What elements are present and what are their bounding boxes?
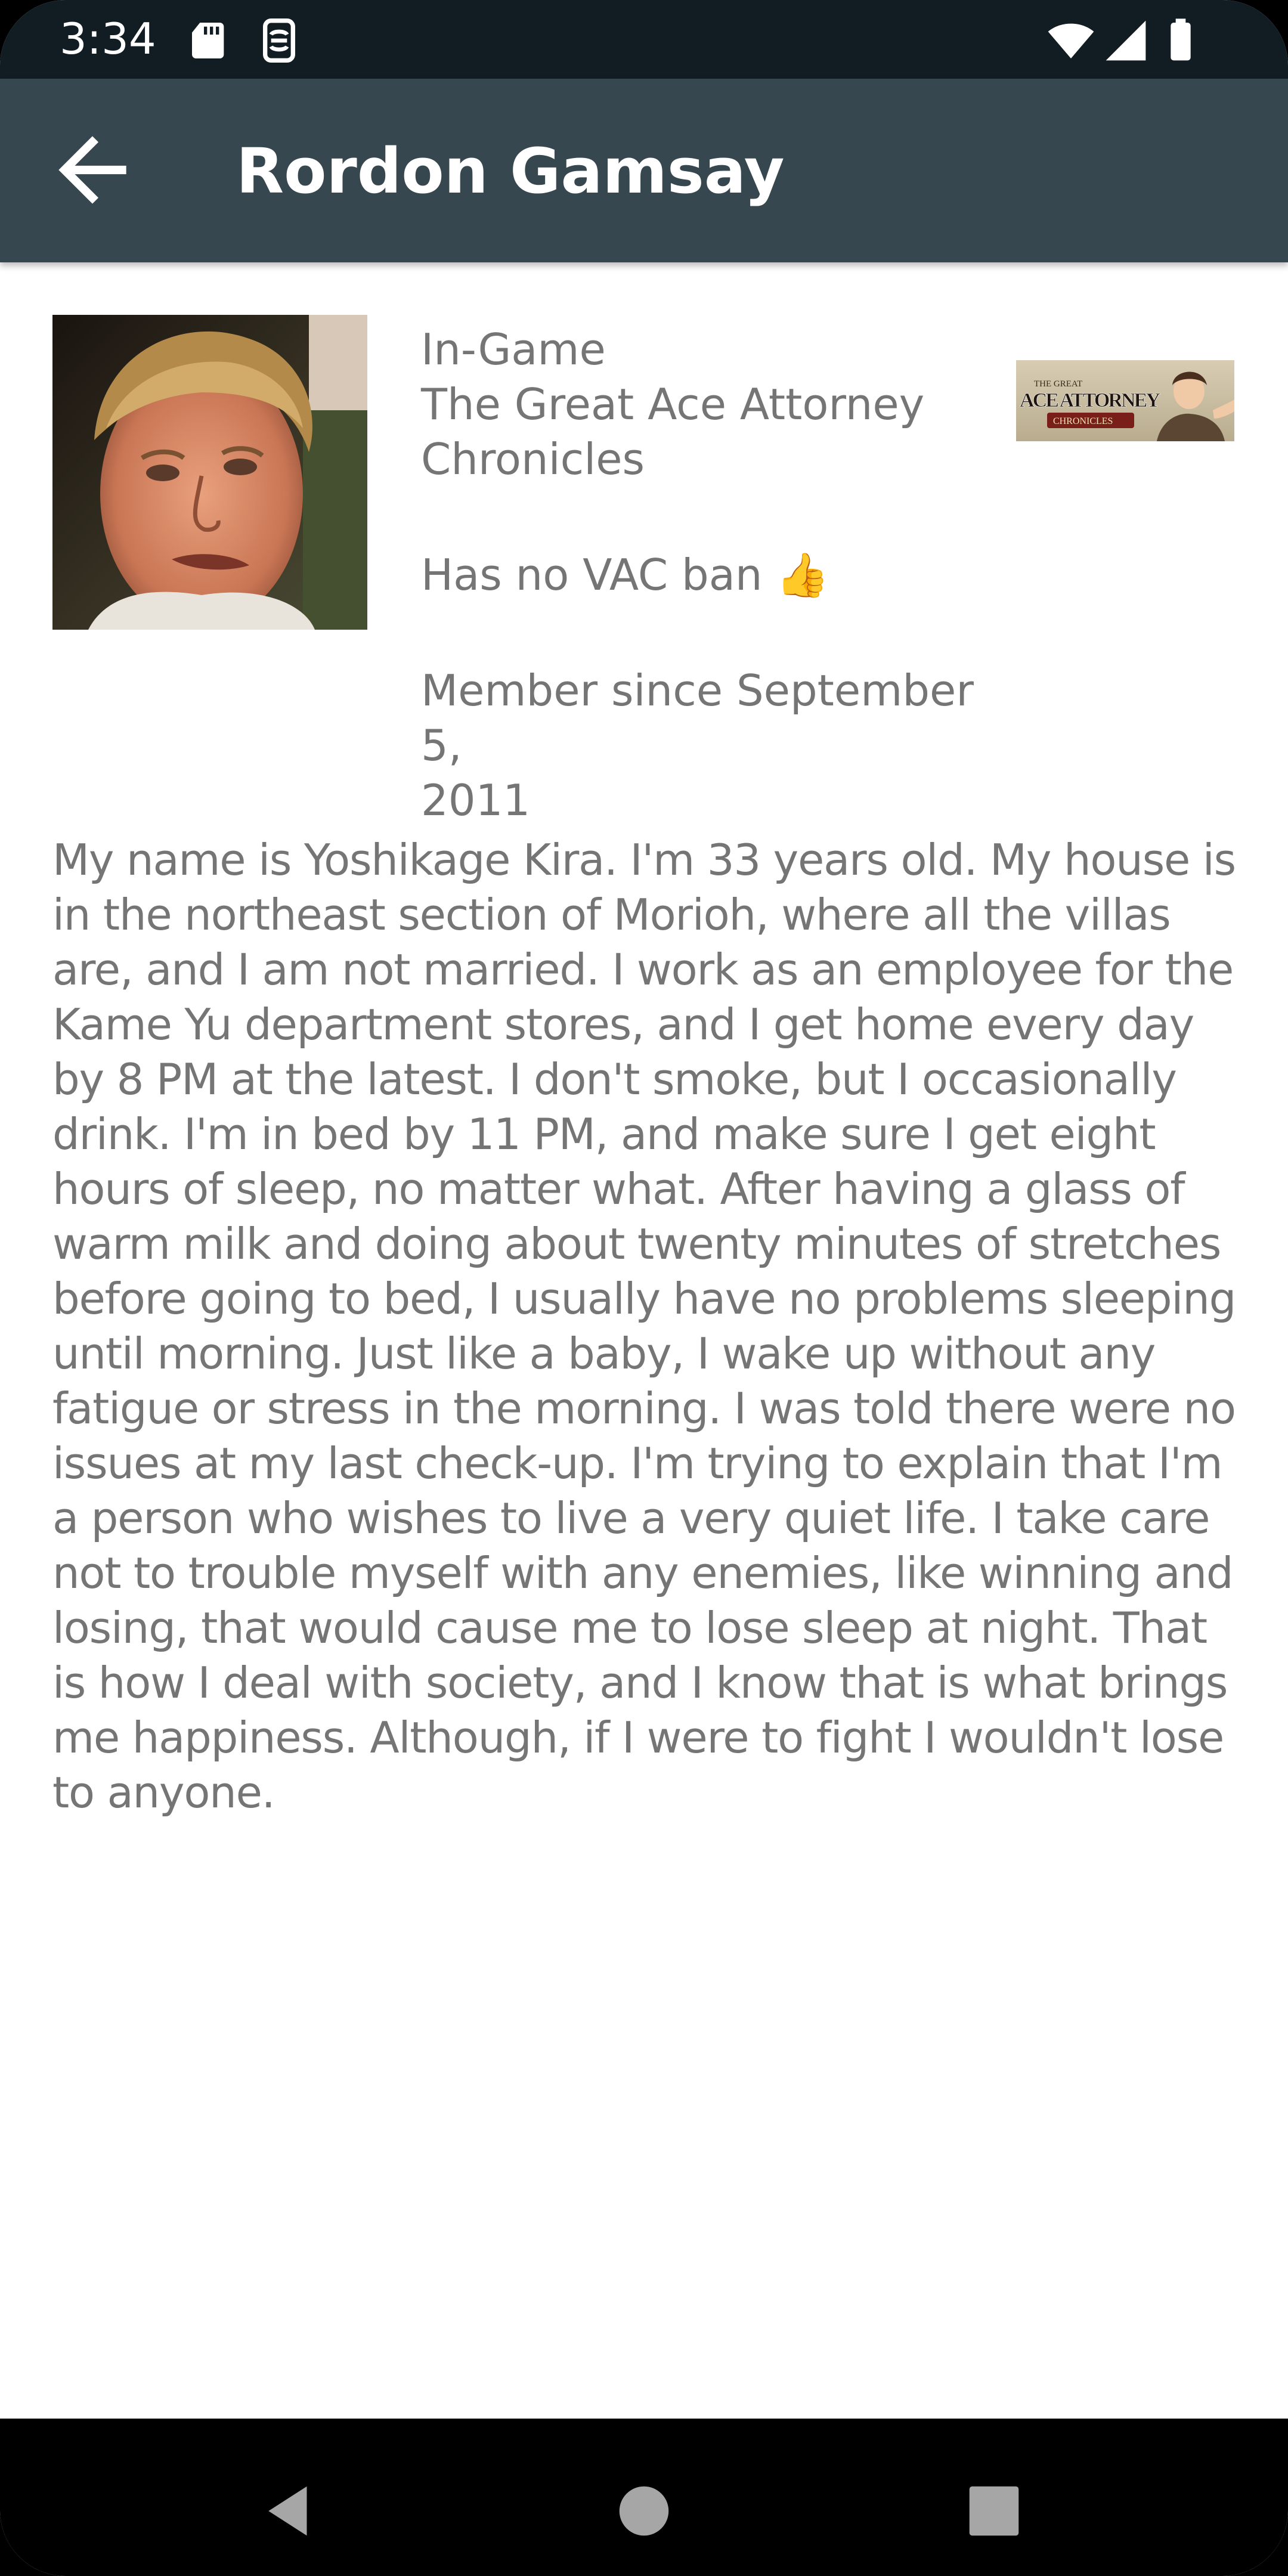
signal-icon — [1106, 20, 1146, 61]
screenshot-icon — [263, 18, 295, 63]
back-arrow-icon[interactable] — [42, 119, 143, 221]
recents-square-icon[interactable] — [961, 2478, 1027, 2544]
presence-status: In-Game — [421, 324, 606, 374]
avatar — [52, 315, 367, 630]
sd-card-icon — [192, 23, 224, 58]
battery-icon — [1171, 18, 1191, 61]
screen: 3:34 Rordon Gamsay In-Game The Great Ace… — [0, 0, 1288, 2576]
banner-top-text: THE GREAT — [1034, 379, 1082, 389]
back-triangle-icon[interactable] — [258, 2478, 323, 2544]
status-time: 3:34 — [60, 14, 156, 64]
wifi-icon — [1048, 23, 1094, 58]
home-circle-icon[interactable] — [611, 2478, 677, 2544]
profile-info: In-Game The Great Ace Attorney Chronicle… — [421, 322, 1017, 828]
member-since-line-1: Member since September 5, — [421, 665, 974, 770]
current-game-line-1: The Great Ace Attorney — [421, 379, 925, 429]
status-bar: 3:34 — [0, 0, 1288, 79]
navigation-bar — [0, 2419, 1288, 2576]
vac-status-text: Has no VAC ban — [421, 550, 763, 600]
member-since-line-2: 2011 — [421, 775, 531, 825]
current-game-line-2: Chronicles — [421, 434, 645, 484]
profile-name-title: Rordon Gamsay — [236, 135, 785, 208]
profile-summary: My name is Yoshikage Kira. I'm 33 years … — [52, 835, 1236, 1818]
banner-bottom-text: CHRONICLES — [1053, 416, 1113, 426]
thumbs-up-icon: 👍 — [776, 550, 830, 600]
game-banner-image: THE GREAT ACE ATTORNEY CHRONICLES — [1016, 360, 1234, 441]
banner-main-text: ACE ATTORNEY — [1020, 389, 1160, 411]
vac-status: Has no VAC ban 👍 — [421, 547, 1017, 602]
